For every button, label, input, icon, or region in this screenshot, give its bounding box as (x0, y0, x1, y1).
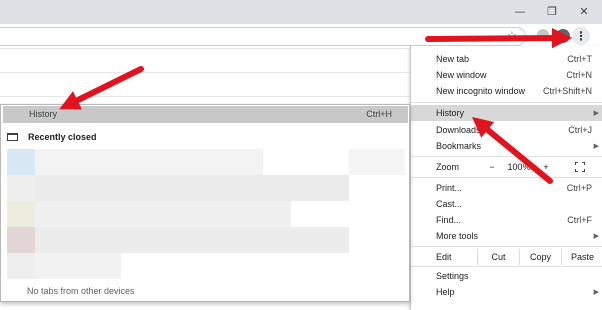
extension-icon[interactable] (537, 29, 549, 41)
minimize-icon[interactable]: — (504, 0, 536, 24)
close-icon[interactable]: ✕ (568, 0, 600, 24)
zoom-level: 100% (507, 162, 531, 172)
arrow-to-history-submenu-item (59, 66, 144, 110)
fullscreen-icon[interactable] (572, 159, 588, 175)
menu-item-print[interactable]: Print... Ctrl+P (411, 180, 602, 196)
history-submenu: History Ctrl+H Recently closed No tabs f… (0, 104, 410, 302)
submenu-arrow-icon: ▶ (593, 142, 599, 150)
no-tabs-message: No tabs from other devices (27, 286, 135, 296)
copy-button[interactable]: Copy (519, 249, 561, 265)
menu-divider (411, 266, 602, 267)
title-bar: — ❐ ✕ (0, 0, 602, 24)
zoom-out-button[interactable]: − (485, 159, 499, 175)
zoom-in-button[interactable]: + (539, 159, 553, 175)
submenu-arrow-icon: ▶ (593, 109, 599, 117)
cut-button[interactable]: Cut (477, 249, 519, 265)
menu-divider (411, 177, 602, 178)
menu-item-history[interactable]: History ▶ (411, 105, 602, 121)
recently-closed-list (7, 149, 405, 279)
menu-item-help[interactable]: Help ▶ (411, 284, 602, 300)
submenu-arrow-icon: ▶ (593, 288, 599, 296)
paste-button[interactable]: Paste (561, 249, 602, 265)
menu-item-new-incognito-window[interactable]: New incognito window Ctrl+Shift+N (411, 83, 602, 99)
avatar[interactable] (556, 29, 570, 43)
menu-item-new-window[interactable]: New window Ctrl+N (411, 67, 602, 83)
tab-icon (7, 133, 18, 141)
menu-item-new-tab[interactable]: New tab Ctrl+T (411, 51, 602, 67)
menu-item-bookmarks[interactable]: Bookmarks ▶ (411, 138, 602, 154)
menu-divider (411, 156, 602, 157)
address-bar[interactable] (0, 27, 526, 46)
restore-icon[interactable]: ❐ (536, 0, 568, 24)
kebab-menu-icon[interactable]: ⋮ (572, 27, 590, 45)
menu-divider (411, 102, 602, 103)
menu-item-find[interactable]: Find... Ctrl+F (411, 212, 602, 228)
menu-item-settings[interactable]: Settings (411, 268, 602, 284)
menu-item-more-tools[interactable]: More tools ▶ (411, 228, 602, 244)
menu-item-cast[interactable]: Cast... (411, 196, 602, 212)
menu-item-downloads[interactable]: Downloads Ctrl+J (411, 122, 602, 138)
menu-divider (411, 246, 602, 247)
chrome-main-menu: New tab Ctrl+T New window Ctrl+N New inc… (410, 46, 602, 310)
star-icon[interactable]: ☆ (507, 29, 517, 42)
history-submenu-item[interactable]: History Ctrl+H (3, 106, 408, 123)
submenu-arrow-icon: ▶ (593, 232, 599, 240)
